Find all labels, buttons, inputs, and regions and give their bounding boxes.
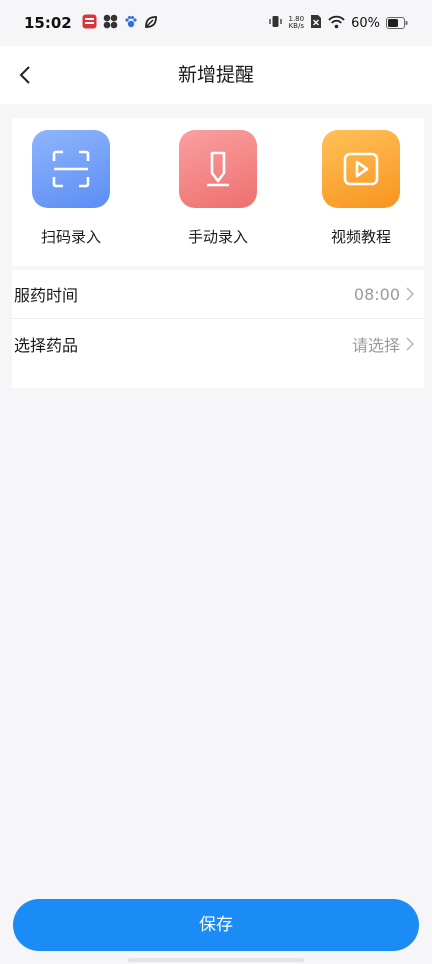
home-indicator[interactable] bbox=[128, 958, 304, 962]
scan-icon bbox=[32, 130, 110, 208]
leaf-icon bbox=[144, 14, 158, 33]
network-speed-unit: KB/s bbox=[288, 22, 304, 30]
pinwheel-icon bbox=[103, 14, 118, 33]
medication-time-row[interactable]: 服药时间 08:00 bbox=[12, 270, 424, 318]
video-play-icon bbox=[322, 130, 400, 208]
sim-blocked-icon bbox=[310, 14, 322, 33]
manual-entry-button[interactable]: 手动录入 bbox=[163, 130, 273, 254]
wifi-icon bbox=[328, 14, 345, 33]
select-medicine-row[interactable]: 选择药品 请选择 bbox=[12, 320, 424, 368]
battery-icon bbox=[386, 14, 408, 33]
medication-time-value: 08:00 bbox=[353, 284, 400, 304]
row-divider bbox=[12, 318, 424, 319]
scan-entry-button[interactable]: 扫码录入 bbox=[16, 130, 126, 254]
battery-percent: 60% bbox=[351, 15, 380, 31]
header: 新增提醒 bbox=[0, 46, 432, 104]
status-bar: 15:02 1.80 KB/s 60% bbox=[0, 0, 432, 46]
manual-entry-label: 手动录入 bbox=[187, 228, 248, 246]
status-notification-icons bbox=[82, 14, 158, 33]
app-notification-icon bbox=[82, 14, 97, 33]
video-tutorial-label: 视频教程 bbox=[330, 228, 391, 246]
chevron-right-icon bbox=[406, 337, 414, 351]
paw-icon bbox=[124, 14, 138, 33]
select-medicine-placeholder: 请选择 bbox=[351, 336, 400, 355]
status-system-icons: 1.80 KB/s 60% bbox=[268, 14, 409, 33]
pen-icon bbox=[179, 130, 257, 208]
vibrate-icon bbox=[268, 14, 283, 33]
page-title: 新增提醒 bbox=[177, 64, 254, 86]
network-speed: 1.80 KB/s bbox=[289, 16, 305, 30]
scan-entry-label: 扫码录入 bbox=[40, 228, 101, 246]
chevron-right-icon bbox=[406, 287, 414, 301]
save-button[interactable]: 保存 bbox=[13, 899, 419, 951]
video-tutorial-button[interactable]: 视频教程 bbox=[306, 130, 416, 254]
reminder-form-card: 扫码录入 手动录入 视频教程 服药时间 08:00 选择药品 请选择 bbox=[12, 118, 424, 388]
medication-time-label: 服药时间 bbox=[14, 286, 79, 305]
select-medicine-label: 选择药品 bbox=[14, 336, 79, 355]
status-time: 15:02 bbox=[24, 14, 72, 32]
entry-actions: 扫码录入 手动录入 视频教程 bbox=[12, 118, 424, 266]
